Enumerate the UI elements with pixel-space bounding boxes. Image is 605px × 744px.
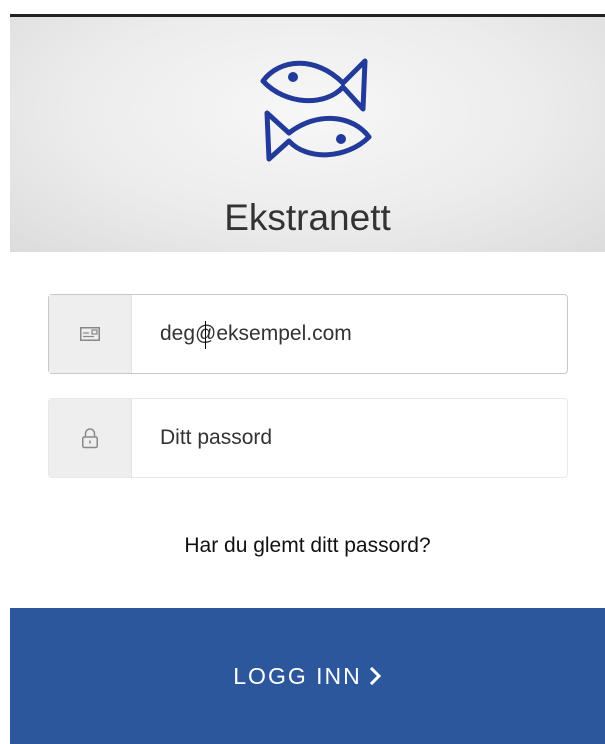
text-caret bbox=[205, 321, 206, 349]
forgot-password-link[interactable]: Har du glemt ditt passord? bbox=[0, 534, 605, 558]
password-input[interactable] bbox=[132, 399, 567, 477]
lock-icon bbox=[82, 428, 98, 449]
email-addon bbox=[49, 295, 132, 373]
password-addon bbox=[49, 399, 132, 477]
email-input[interactable] bbox=[132, 295, 567, 373]
password-field[interactable] bbox=[48, 398, 568, 478]
chevron-right-icon bbox=[369, 667, 382, 685]
email-card-icon bbox=[80, 327, 100, 341]
page-title: Ekstranett bbox=[224, 197, 391, 238]
login-button-label: LOGG INN bbox=[233, 662, 362, 689]
header: Ekstranett bbox=[10, 17, 605, 252]
login-button[interactable]: LOGG INN bbox=[10, 608, 605, 744]
email-field[interactable] bbox=[48, 294, 568, 374]
two-fish-logo-icon bbox=[260, 58, 372, 162]
